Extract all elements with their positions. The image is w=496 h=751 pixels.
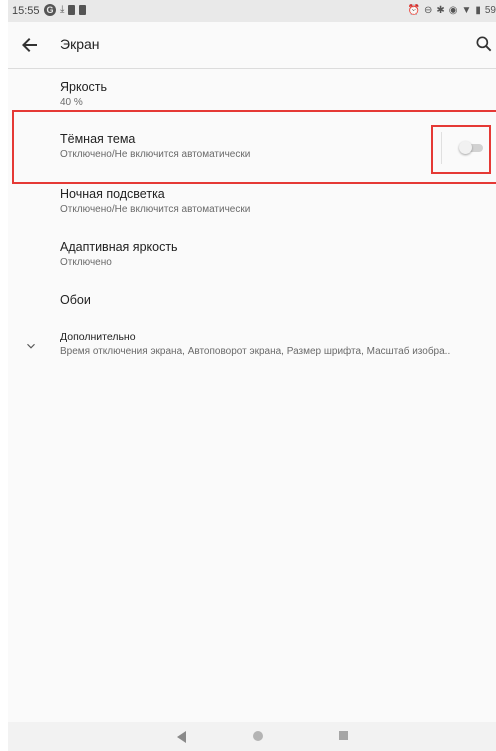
setting-summary: Время отключения экрана, Автоповорот экр… <box>60 346 451 357</box>
alarm-icon: ⏰ <box>407 5 420 16</box>
download-icon: ⤓ <box>60 4 65 15</box>
status-time: 15:55 <box>12 5 40 17</box>
nav-home-icon[interactable] <box>253 731 263 741</box>
search-button[interactable] <box>474 34 494 54</box>
setting-title: Адаптивная яркость <box>60 240 178 254</box>
setting-title: Яркость <box>60 80 108 94</box>
search-icon <box>476 36 492 52</box>
wifi-icon: ▼ <box>461 5 472 16</box>
setting-title: Дополнительно <box>60 331 136 343</box>
back-button[interactable] <box>18 33 42 57</box>
arrow-back-icon <box>22 38 37 52</box>
sim-icon <box>68 5 76 15</box>
setting-wallpaper[interactable]: Обои <box>60 293 91 307</box>
app-bar: Экран <box>8 22 496 69</box>
toggle-thumb <box>459 141 472 154</box>
vibrate-icon: ◉ <box>448 5 458 16</box>
status-left-icons: G ⤓ <box>44 3 87 17</box>
setting-title: Тёмная тема <box>60 132 136 146</box>
setting-advanced[interactable]: Дополнительно Время отключения экрана, А… <box>60 331 450 357</box>
dark-theme-toggle[interactable] <box>459 139 485 157</box>
status-bar: 15:55 G ⤓ ⏰ ⊖ ✱ ◉ ▼ ▮ 59 <box>8 0 496 22</box>
nav-recents-icon[interactable] <box>339 731 348 740</box>
setting-summary: 40 % <box>60 97 83 108</box>
g-icon: G <box>44 4 56 16</box>
status-right-icons: ⏰ ⊖ ✱ ◉ ▼ ▮ 59 <box>407 4 496 18</box>
page-title: Экран <box>60 36 100 52</box>
setting-summary: Отключено/Не включится автоматически <box>60 204 251 215</box>
settings-screen: 15:55 G ⤓ ⏰ ⊖ ✱ ◉ ▼ ▮ 59 Экран Яркость 4… <box>8 0 496 751</box>
dnd-icon: ⊖ <box>423 5 433 16</box>
setting-title: Обои <box>60 293 91 307</box>
navigation-bar <box>8 722 496 751</box>
setting-dark-theme[interactable]: Тёмная тема Отключено/Не включится автом… <box>60 132 250 160</box>
setting-brightness[interactable]: Яркость 40 % <box>60 80 107 108</box>
chevron-down-icon <box>27 343 35 349</box>
bluetooth-icon: ✱ <box>436 5 445 16</box>
setting-adaptive-brightness[interactable]: Адаптивная яркость Отключено <box>60 240 178 268</box>
setting-title: Ночная подсветка <box>60 187 165 201</box>
battery-icon: ▮ <box>475 5 481 16</box>
battery-level-text: 59 <box>484 5 496 16</box>
setting-summary: Отключено <box>60 257 112 268</box>
setting-summary: Отключено/Не включится автоматически <box>60 149 251 160</box>
nav-back-icon[interactable] <box>177 731 187 743</box>
sd-card-icon <box>79 5 87 15</box>
setting-night-light[interactable]: Ночная подсветка Отключено/Не включится … <box>60 187 250 215</box>
